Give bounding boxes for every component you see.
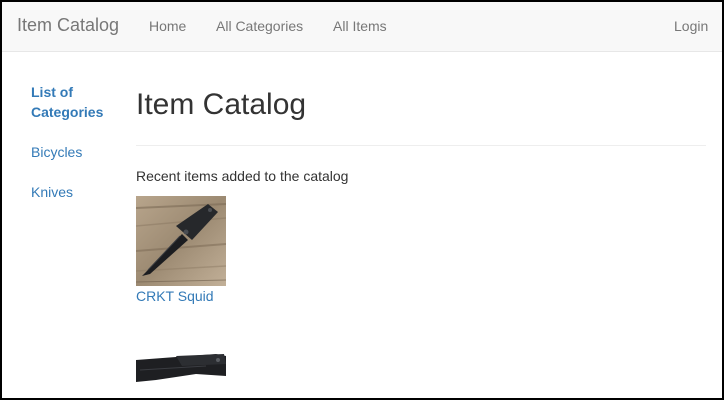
folding-knife-photo-icon [136, 350, 226, 390]
brand-link[interactable]: Item Catalog [17, 15, 119, 36]
browser-viewport: Item Catalog Home All Categories All Ite… [0, 0, 724, 400]
sidebar-title: List of Categories [31, 84, 104, 120]
nav-home-link[interactable]: Home [149, 18, 186, 34]
folding-knife-photo-icon [136, 196, 226, 286]
title-divider [136, 145, 706, 146]
item-link-crkt-squid[interactable]: CRKT Squid [136, 288, 214, 304]
page-title: Item Catalog [136, 88, 307, 121]
login-link[interactable]: Login [674, 18, 708, 34]
top-navbar: Item Catalog Home All Categories All Ite… [2, 2, 722, 52]
recent-items-caption: Recent items added to the catalog [136, 168, 349, 184]
sidebar-item-knives[interactable]: Knives [31, 184, 73, 200]
nav-all-categories-link[interactable]: All Categories [216, 18, 303, 34]
nav-all-items-link[interactable]: All Items [333, 18, 387, 34]
item-image-crkt-squid[interactable] [136, 196, 226, 286]
item-image-2[interactable] [136, 350, 226, 390]
sidebar-item-bicycles[interactable]: Bicycles [31, 144, 82, 160]
